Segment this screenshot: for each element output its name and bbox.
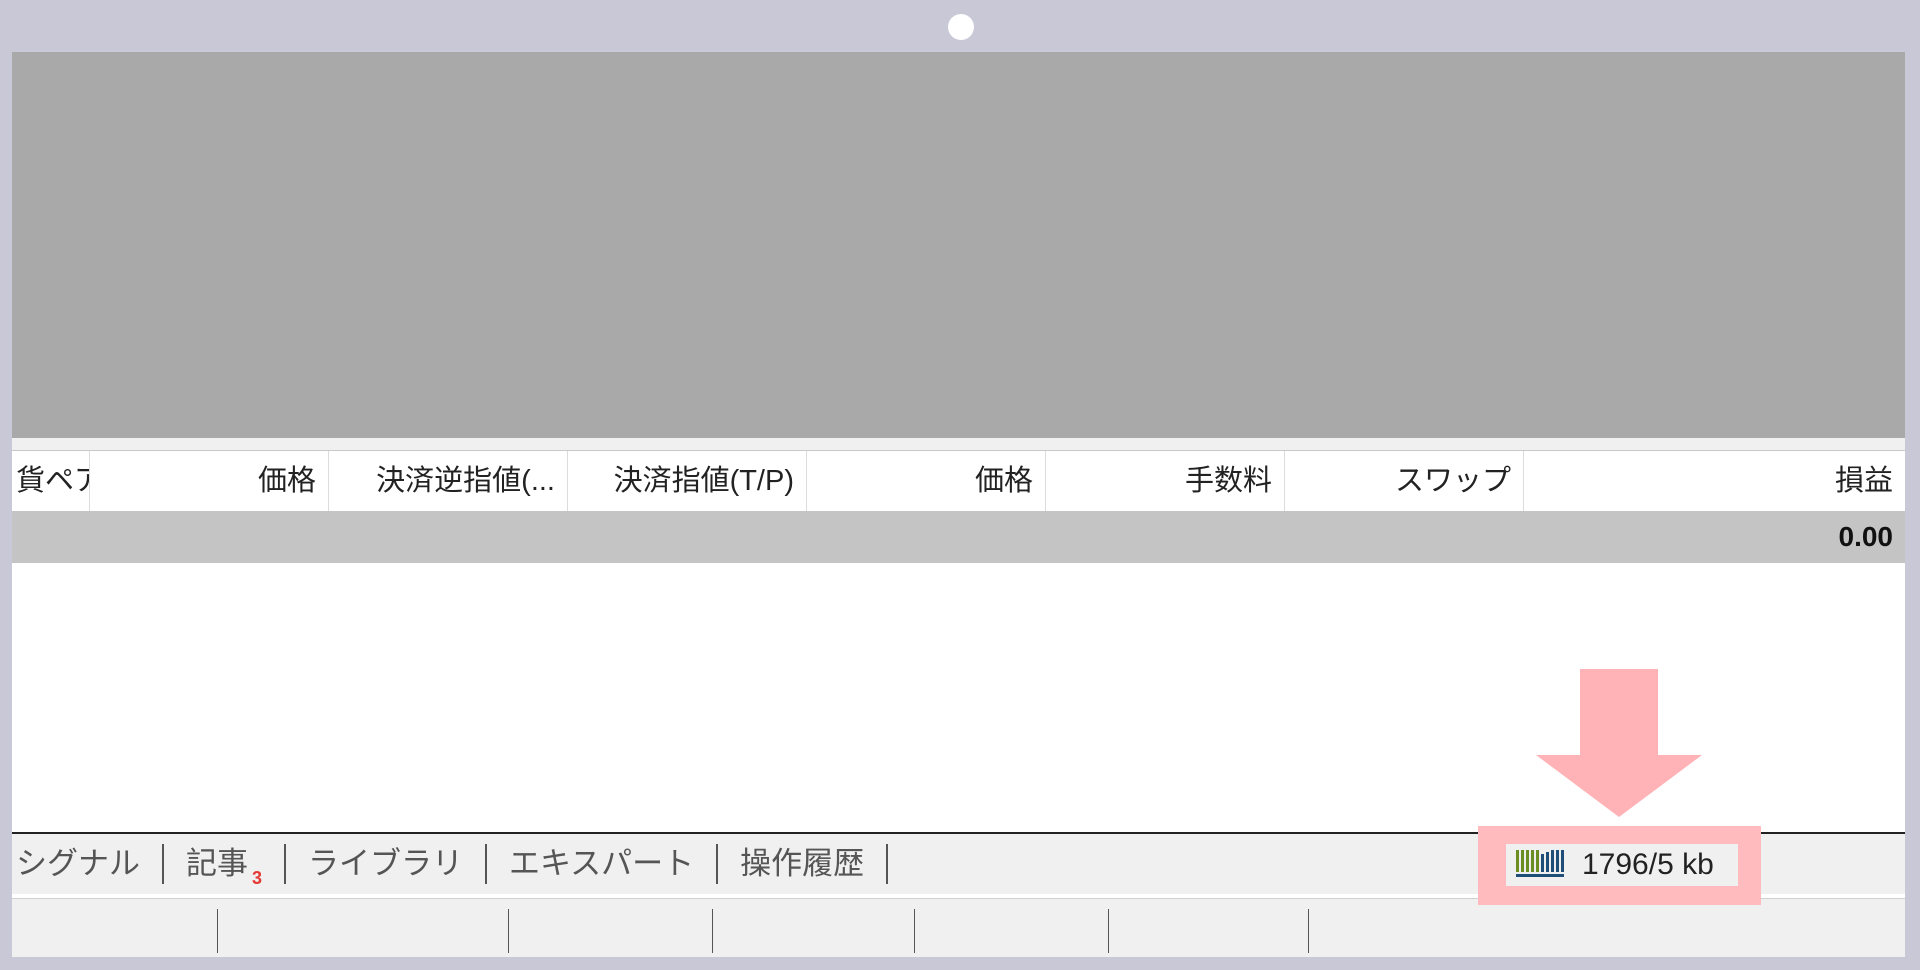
device-frame: 貨ペア 価格 決済逆指値(... 決済指値(T/P) 価格 手数料 スワップ 損… <box>0 0 1920 970</box>
status-separator <box>1108 909 1109 953</box>
tab-label: エキスパート <box>509 846 695 881</box>
down-arrow-icon <box>1536 669 1702 817</box>
tab-signals[interactable]: シグナル <box>12 844 164 884</box>
terminal-window: 貨ペア 価格 決済逆指値(... 決済指値(T/P) 価格 手数料 スワップ 損… <box>12 52 1905 957</box>
table-header: 貨ペア 価格 決済逆指値(... 決済指値(T/P) 価格 手数料 スワップ 損… <box>12 451 1905 511</box>
tab-label: 記事 <box>186 846 248 881</box>
status-separator <box>1308 909 1309 953</box>
connection-bars-icon <box>1516 850 1564 877</box>
column-header-swap[interactable]: スワップ <box>1285 451 1524 511</box>
column-header-commission[interactable]: 手数料 <box>1046 451 1285 511</box>
status-separator <box>217 909 218 953</box>
tab-articles[interactable]: 記事 3 <box>164 844 287 888</box>
connection-status[interactable]: 1796/5 kb <box>1506 844 1738 886</box>
column-header-symbol[interactable]: 貨ペア <box>12 451 90 511</box>
balance-summary-row[interactable]: 0.00 <box>12 511 1905 563</box>
column-header-profit[interactable]: 損益 <box>1524 451 1905 511</box>
status-separator <box>712 909 713 953</box>
column-header-stop-loss[interactable]: 決済逆指値(... <box>329 451 568 511</box>
tab-experts[interactable]: エキスパート <box>487 844 719 884</box>
tab-label: ライブラリ <box>308 846 464 881</box>
traffic-label: 1796/5 kb <box>1582 848 1714 881</box>
column-header-price[interactable]: 価格 <box>90 451 329 511</box>
camera-dot <box>948 14 974 40</box>
tab-badge: 3 <box>252 868 263 888</box>
status-bar <box>12 898 1905 957</box>
status-separator <box>508 909 509 953</box>
tab-journal[interactable]: 操作履歴 <box>718 844 889 884</box>
chart-area <box>12 52 1905 438</box>
profit-total: 0.00 <box>1838 521 1894 552</box>
column-header-take-profit[interactable]: 決済指値(T/P) <box>568 451 807 511</box>
tab-label: シグナル <box>16 846 140 881</box>
status-separator <box>914 909 915 953</box>
column-header-current-price[interactable]: 価格 <box>807 451 1046 511</box>
tab-library[interactable]: ライブラリ <box>286 844 488 884</box>
tab-label: 操作履歴 <box>740 846 865 881</box>
panel-splitter[interactable] <box>12 438 1905 451</box>
